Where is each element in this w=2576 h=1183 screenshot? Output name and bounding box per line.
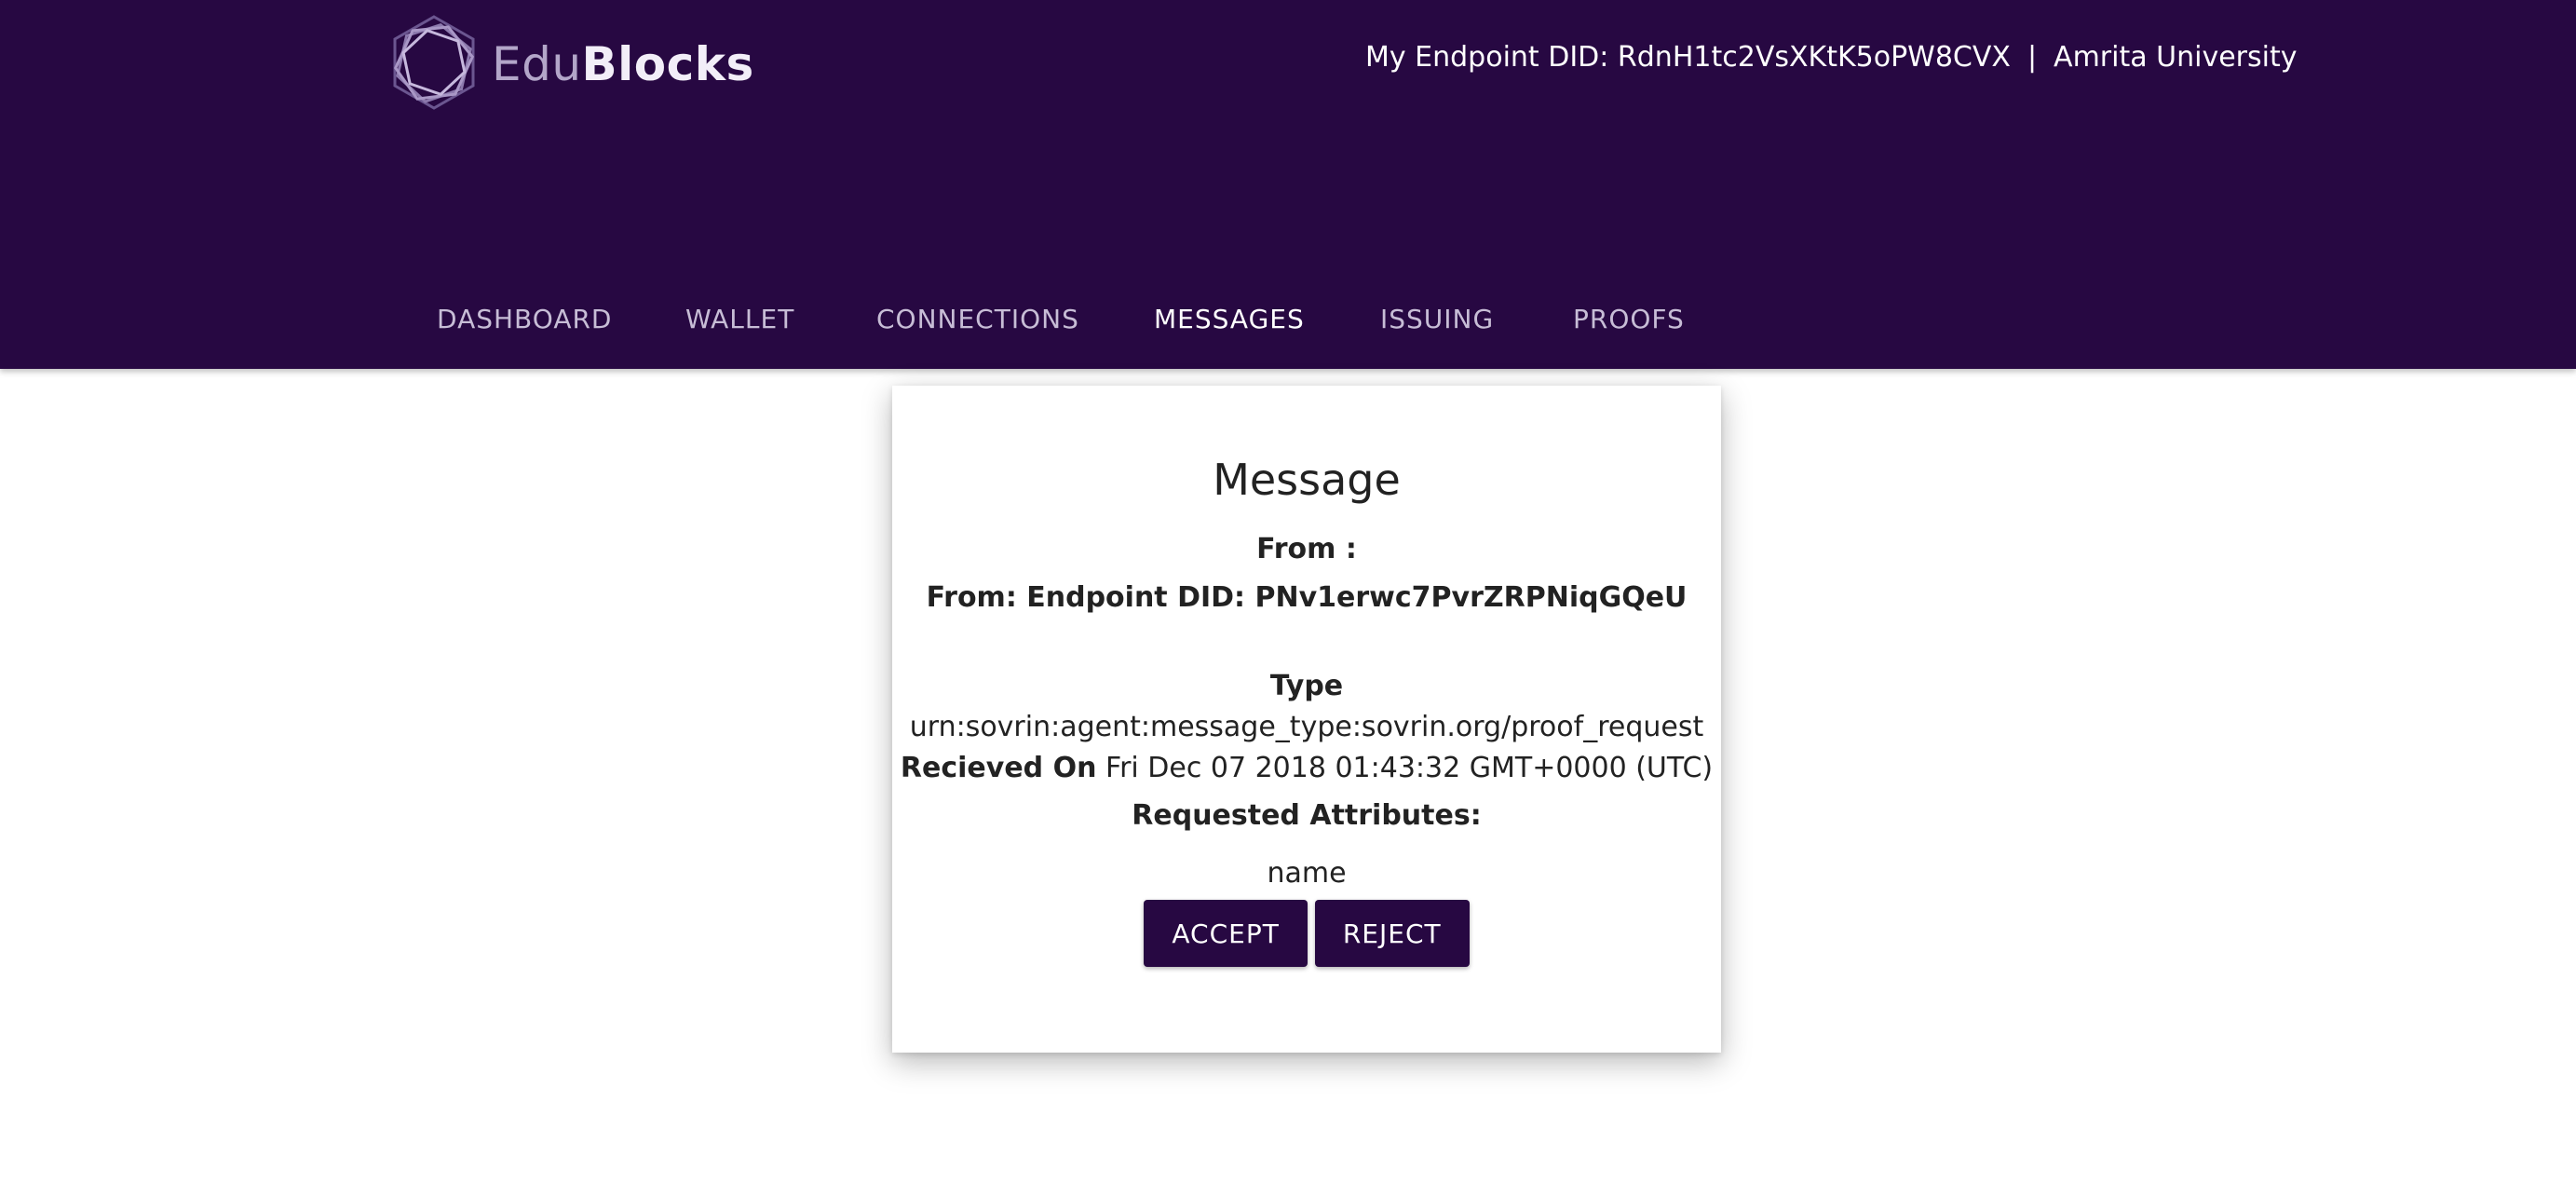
type-label: Type (1269, 670, 1344, 702)
type-value: urn:sovrin:agent:message_type:sovrin.org… (909, 711, 1704, 743)
main-nav: DASHBOARD WALLET CONNECTIONS MESSAGES IS… (0, 298, 2576, 350)
reject-button[interactable]: REJECT (1314, 900, 1470, 967)
requested-attribute-item: name (1267, 857, 1347, 890)
brand-name: EduBlocks (492, 37, 754, 91)
message-card: Message From : From: Endpoint DID: PNv1e… (892, 386, 1721, 1053)
received-on: Recieved On Fri Dec 07 2018 01:43:32 GMT… (892, 752, 1721, 784)
hexagon-logo-icon (389, 13, 479, 116)
message-actions: ACCEPT REJECT (892, 900, 1721, 967)
endpoint-info: My Endpoint DID: RdnH1tc2VsXKtK5oPW8CVX |… (1365, 41, 2297, 74)
accept-button[interactable]: ACCEPT (1144, 900, 1308, 967)
from-value: From: Endpoint DID: PNv1erwc7PvrZRPNiqGQ… (926, 581, 1688, 614)
tab-issuing[interactable]: ISSUING (1380, 304, 1494, 334)
brand-logo[interactable]: EduBlocks (389, 15, 754, 114)
received-label: Recieved On (900, 752, 1097, 784)
requested-attributes-label: Requested Attributes: (1132, 799, 1482, 832)
brand-name-part1: Edu (492, 37, 582, 91)
app-header: EduBlocks My Endpoint DID: RdnH1tc2VsXKt… (0, 0, 2576, 369)
my-endpoint-did: My Endpoint DID: RdnH1tc2VsXKtK5oPW8CVX (1365, 41, 2011, 74)
tab-wallet[interactable]: WALLET (685, 304, 794, 334)
header-separator: | (2027, 41, 2038, 74)
tab-dashboard[interactable]: DASHBOARD (437, 304, 612, 334)
from-label: From : (1256, 533, 1357, 565)
message-title: Message (1213, 455, 1401, 505)
received-value: Fri Dec 07 2018 01:43:32 GMT+0000 (UTC) (1105, 752, 1714, 784)
brand-name-part2: Blocks (581, 37, 754, 91)
tab-proofs[interactable]: PROOFS (1573, 304, 1685, 334)
tab-connections[interactable]: CONNECTIONS (876, 304, 1079, 334)
organization-name: Amrita University (2054, 41, 2298, 74)
tab-messages[interactable]: MESSAGES (1154, 304, 1305, 334)
